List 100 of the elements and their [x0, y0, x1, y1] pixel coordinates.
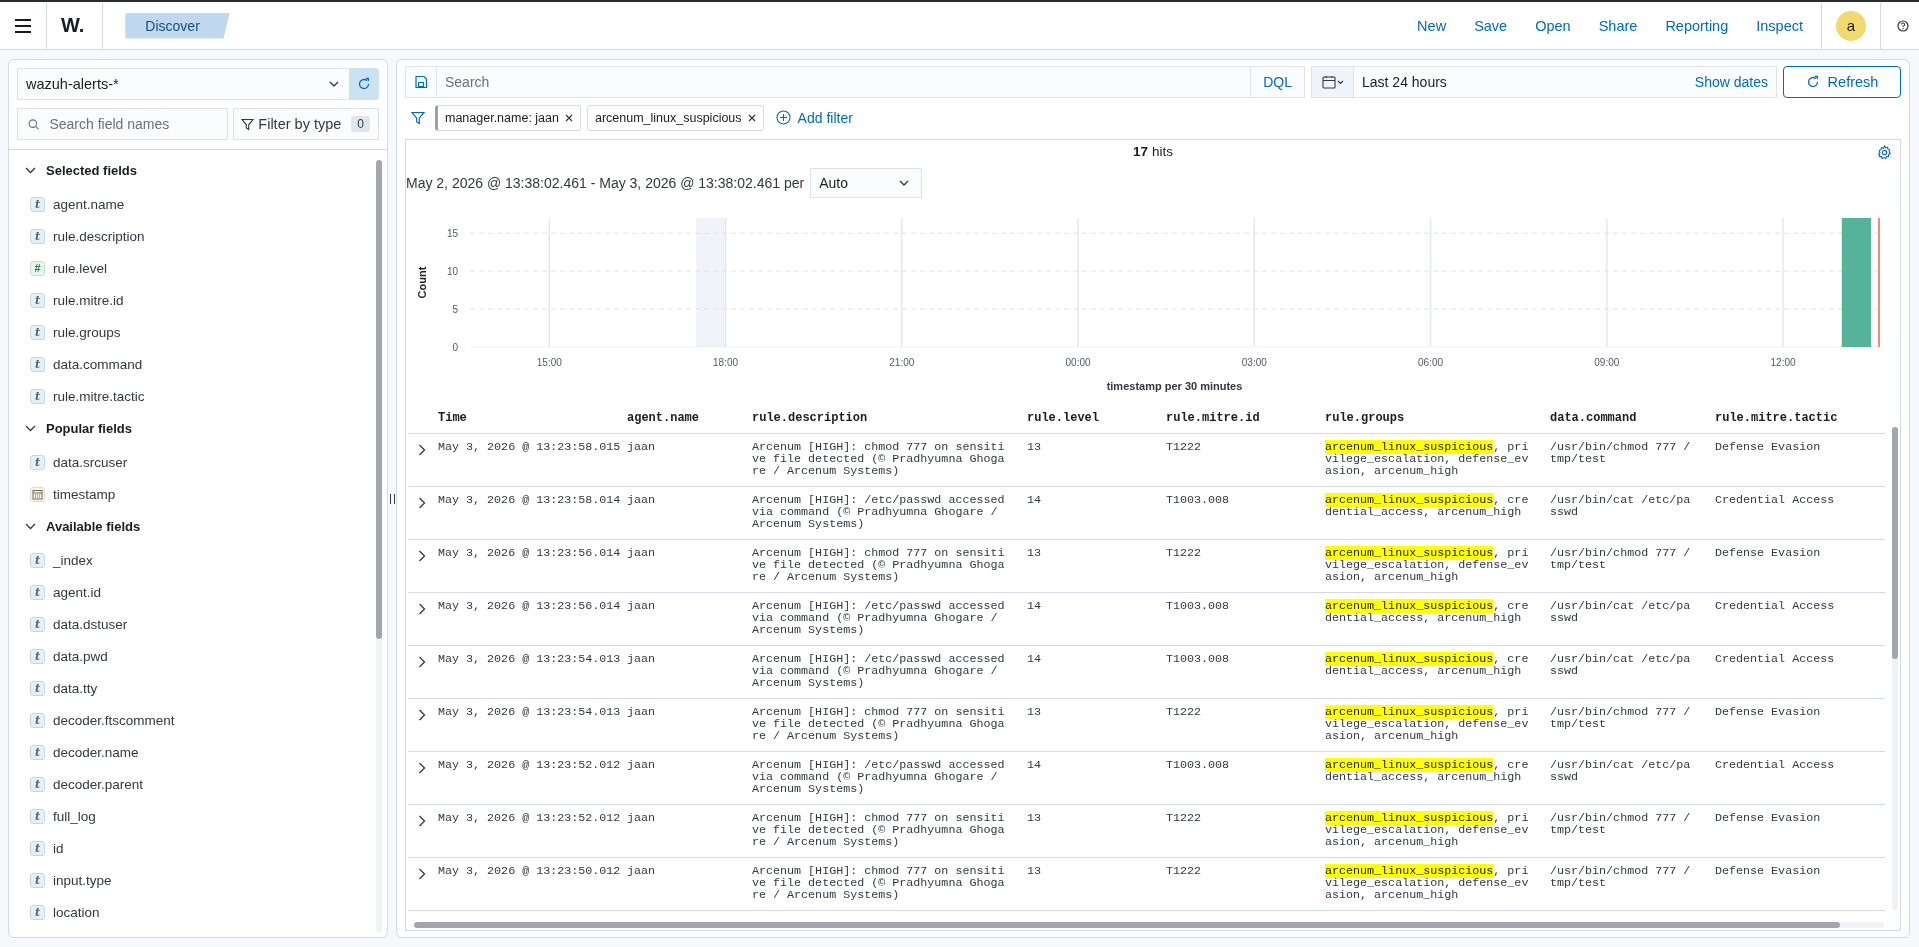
- chevron-icon[interactable]: [418, 497, 426, 509]
- chevron-icon[interactable]: [418, 709, 426, 721]
- table-cell: May 3, 2026 @ 13:23:52.012: [438, 812, 621, 824]
- column-header[interactable]: agent.name: [627, 411, 699, 425]
- show-dates-link[interactable]: Show dates: [1694, 74, 1776, 90]
- column-header[interactable]: Time: [438, 411, 467, 425]
- field-name[interactable]: decoder.parent: [53, 776, 144, 792]
- field-name[interactable]: data.srcuser: [53, 454, 128, 470]
- saved-queries-button[interactable]: [405, 66, 437, 98]
- search-field[interactable]: Search: [437, 66, 1251, 98]
- header-link[interactable]: Reporting: [1665, 17, 1729, 34]
- calendar-icon: [1321, 75, 1344, 89]
- query-language-button[interactable]: DQL: [1250, 66, 1305, 98]
- column-header[interactable]: rule.mitre.tactic: [1715, 411, 1838, 425]
- field-name[interactable]: decoder.name: [53, 744, 139, 760]
- refresh-button[interactable]: [349, 68, 379, 100]
- section-header[interactable]: Popular fields: [19, 414, 132, 443]
- table-cell: Defense Evasion: [1715, 547, 1821, 559]
- string-type-icon: t: [30, 840, 45, 856]
- chevron-icon[interactable]: [418, 762, 426, 774]
- string-type-icon: t: [30, 712, 45, 728]
- field-name[interactable]: input.type: [53, 872, 112, 888]
- field-name[interactable]: timestamp: [53, 486, 116, 502]
- section-header[interactable]: Selected fields: [19, 156, 138, 185]
- header-link[interactable]: Inspect: [1756, 17, 1803, 34]
- add-filter-link[interactable]: Add filter: [775, 109, 853, 126]
- table-cell: T1003.008: [1166, 759, 1230, 771]
- table-cell: /usr/bin/cat /etc/passwd: [1550, 653, 1691, 677]
- refresh-button[interactable]: Refresh: [1783, 66, 1901, 98]
- column-header[interactable]: rule.description: [752, 411, 868, 425]
- hits-count: 17 hits: [1133, 143, 1173, 159]
- scrollbar[interactable]: [414, 922, 1884, 928]
- help-icon[interactable]: [1897, 19, 1909, 32]
- field-name[interactable]: rule.mitre.id: [53, 292, 124, 308]
- header-link[interactable]: Save: [1474, 17, 1508, 34]
- filter-by-type-button[interactable]: Filter by type 0: [233, 108, 379, 140]
- table-cell: arcenum_linux_suspicious, credential_access, arcenum_high: [1325, 759, 1529, 783]
- header-link[interactable]: Open: [1535, 17, 1571, 34]
- table-cell: T1222: [1166, 812, 1202, 824]
- field-name[interactable]: rule.groups: [53, 324, 121, 340]
- table-cell: Credential Access: [1715, 494, 1835, 506]
- string-type-icon: t: [30, 324, 45, 340]
- axis-tick-label: 10: [446, 265, 458, 277]
- date-quick-menu-button[interactable]: [1312, 67, 1354, 97]
- breadcrumb[interactable]: Discover: [125, 12, 230, 39]
- table-cell: 14: [1027, 653, 1042, 665]
- chevron-icon[interactable]: [418, 656, 426, 668]
- filter-pill[interactable]: manager.name: jaan: [435, 104, 581, 131]
- field-name[interactable]: location: [53, 904, 100, 920]
- filter-pill[interactable]: arcenum_linux_suspicious: [586, 104, 764, 131]
- search-input[interactable]: Search field names: [47, 115, 218, 133]
- field-name[interactable]: agent.id: [53, 584, 102, 600]
- close-icon[interactable]: [564, 113, 573, 122]
- field-name[interactable]: data.command: [53, 356, 143, 372]
- table-cell: May 3, 2026 @ 13:23:52.012: [438, 759, 621, 771]
- logo[interactable]: W.: [47, 14, 103, 37]
- table-cell: jaan: [627, 812, 656, 824]
- filter-icon[interactable]: [411, 110, 425, 125]
- column-header[interactable]: rule.mitre.id: [1166, 411, 1260, 425]
- table-cell: jaan: [627, 494, 656, 506]
- search-field[interactable]: Search field names: [17, 108, 229, 140]
- field-name[interactable]: rule.description: [53, 228, 145, 244]
- column-header[interactable]: rule.level: [1027, 411, 1099, 425]
- scrollbar[interactable]: [376, 160, 382, 933]
- chevron-icon[interactable]: [418, 603, 426, 615]
- table-cell: /usr/bin/chmod 777 /tmp/test: [1550, 706, 1691, 730]
- field-name[interactable]: data.tty: [53, 680, 98, 696]
- table-cell: Credential Access: [1715, 653, 1835, 665]
- field-name[interactable]: rule.level: [53, 260, 108, 276]
- section-header[interactable]: Available fields: [19, 512, 141, 541]
- field-name[interactable]: data.dstuser: [53, 616, 128, 632]
- close-icon[interactable]: [747, 113, 756, 122]
- column-header[interactable]: data.command: [1550, 411, 1637, 425]
- field-name[interactable]: rule.mitre.tactic: [53, 388, 145, 404]
- header-link[interactable]: New: [1417, 17, 1447, 34]
- field-name[interactable]: id: [53, 840, 64, 856]
- table-cell: Arcenum [HIGH]: chmod 777 on sensitive file detected (© Pradhyumna Ghogare / Arcenum Systems): [752, 865, 1005, 901]
- table-cell: /usr/bin/cat /etc/passwd: [1550, 600, 1691, 624]
- axis-tick-label: 00:00: [1065, 357, 1091, 368]
- column-header[interactable]: rule.groups: [1325, 411, 1405, 425]
- scrollbar[interactable]: [1892, 427, 1898, 910]
- chevron-icon[interactable]: [418, 550, 426, 562]
- field-name[interactable]: agent.name: [53, 196, 125, 212]
- interval-select[interactable]: Auto: [810, 168, 923, 198]
- header-link[interactable]: Share: [1598, 17, 1638, 34]
- table-cell: /usr/bin/cat /etc/passwd: [1550, 494, 1691, 518]
- field-name[interactable]: _index: [53, 552, 93, 568]
- chevron-icon[interactable]: [418, 868, 426, 880]
- field-name[interactable]: decoder.ftscomment: [53, 712, 175, 728]
- table-cell: May 3, 2026 @ 13:23:56.014: [438, 600, 621, 612]
- settings-icon[interactable]: [1877, 145, 1892, 160]
- chevron-icon[interactable]: [418, 815, 426, 827]
- field-name[interactable]: full_log: [53, 808, 96, 824]
- table-cell: Credential Access: [1715, 600, 1835, 612]
- index-pattern-select[interactable]: wazuh-alerts-*: [17, 68, 349, 100]
- chevron-icon[interactable]: [418, 444, 426, 456]
- filter-icon: [241, 117, 255, 131]
- string-type-icon: t: [30, 648, 45, 664]
- user-avatar[interactable]: a: [1836, 10, 1866, 41]
- field-name[interactable]: data.pwd: [53, 648, 108, 664]
